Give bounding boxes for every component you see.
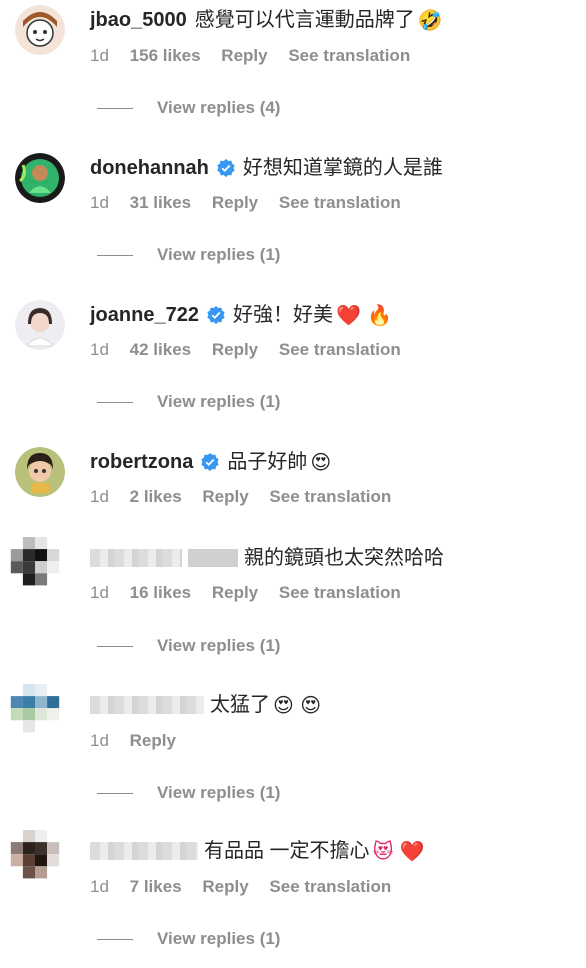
avatar[interactable] — [15, 300, 65, 350]
emoji: 🤣 — [417, 8, 443, 32]
emoji: 😍 😍 — [273, 693, 322, 717]
emoji: ❤️ 🔥 — [335, 303, 393, 327]
reply-button[interactable]: Reply — [221, 46, 267, 65]
likes-count[interactable]: 156 likes — [130, 46, 201, 65]
emoji: 😻 ❤️ — [372, 839, 425, 863]
likes-count[interactable]: 16 likes — [130, 583, 191, 602]
see-translation-button[interactable]: See translation — [279, 340, 401, 359]
comment-text: 有品品 一定不擔心 — [204, 840, 370, 862]
comment-text: 親的鏡頭也太突然哈哈 — [244, 547, 444, 569]
see-translation-button[interactable]: See translation — [288, 46, 410, 65]
comment-time: 1d — [90, 583, 109, 602]
username[interactable]: joanne_722 — [90, 302, 199, 328]
reply-button[interactable]: Reply — [212, 193, 258, 212]
verified-badge-icon — [207, 306, 225, 324]
view-replies-button[interactable]: View replies (1) — [97, 782, 280, 804]
view-replies-label: View replies (1) — [157, 783, 281, 802]
avatar[interactable] — [15, 447, 65, 497]
divider — [97, 938, 133, 940]
likes-count[interactable]: 42 likes — [130, 340, 191, 359]
view-replies-label: View replies (1) — [157, 245, 281, 264]
likes-count[interactable]: 7 likes — [130, 877, 182, 896]
reply-button[interactable]: Reply — [130, 731, 176, 750]
comment-time: 1d — [90, 877, 109, 896]
divider — [97, 401, 133, 403]
avatar[interactable] — [10, 830, 70, 892]
comment-text: 好想知道掌鏡的人是誰 — [242, 157, 443, 179]
divider — [97, 645, 133, 647]
verified-badge-icon — [217, 159, 235, 177]
comment-time: 1d — [90, 193, 109, 212]
verified-badge-icon — [201, 453, 219, 471]
divider — [97, 107, 133, 109]
comment-text: 品子好帥 — [227, 451, 308, 473]
blurred-username[interactable] — [90, 842, 198, 860]
blurred-username[interactable] — [90, 549, 182, 567]
comment-text: 感覺可以代言運動品牌了 — [194, 9, 415, 31]
view-replies-button[interactable]: View replies (1) — [97, 391, 280, 413]
avatar[interactable] — [15, 5, 65, 55]
divider — [97, 792, 133, 794]
see-translation-button[interactable]: See translation — [279, 583, 401, 602]
avatar[interactable] — [15, 153, 65, 203]
reply-button[interactable]: Reply — [202, 877, 248, 896]
blurred-username — [188, 549, 238, 567]
comment-time: 1d — [90, 340, 109, 359]
username[interactable]: donehannah — [90, 155, 209, 181]
view-replies-label: View replies (1) — [157, 636, 281, 655]
view-replies-button[interactable]: View replies (4) — [97, 97, 280, 119]
avatar[interactable] — [10, 684, 70, 746]
username[interactable]: jbao_5000 — [90, 7, 187, 33]
blurred-username[interactable] — [90, 696, 204, 714]
emoji: 😍 — [310, 450, 332, 474]
comment-time: 1d — [90, 46, 109, 65]
reply-button[interactable]: Reply — [212, 340, 258, 359]
see-translation-button[interactable]: See translation — [269, 487, 391, 506]
view-replies-label: View replies (1) — [157, 929, 281, 948]
view-replies-button[interactable]: View replies (1) — [97, 928, 280, 950]
view-replies-label: View replies (1) — [157, 392, 281, 411]
see-translation-button[interactable]: See translation — [279, 193, 401, 212]
view-replies-button[interactable]: View replies (1) — [97, 244, 280, 266]
reply-button[interactable]: Reply — [202, 487, 248, 506]
divider — [97, 254, 133, 256]
view-replies-label: View replies (4) — [157, 98, 281, 117]
username[interactable]: robertzona — [90, 449, 193, 475]
comment-time: 1d — [90, 487, 109, 506]
reply-button[interactable]: Reply — [212, 583, 258, 602]
comment-text: 太猛了 — [210, 694, 270, 716]
comment-time: 1d — [90, 731, 109, 750]
avatar[interactable] — [10, 537, 70, 599]
likes-count[interactable]: 2 likes — [130, 487, 182, 506]
see-translation-button[interactable]: See translation — [269, 877, 391, 896]
comment-text: 好強！好美 — [232, 304, 333, 326]
likes-count[interactable]: 31 likes — [130, 193, 191, 212]
view-replies-button[interactable]: View replies (1) — [97, 635, 280, 657]
